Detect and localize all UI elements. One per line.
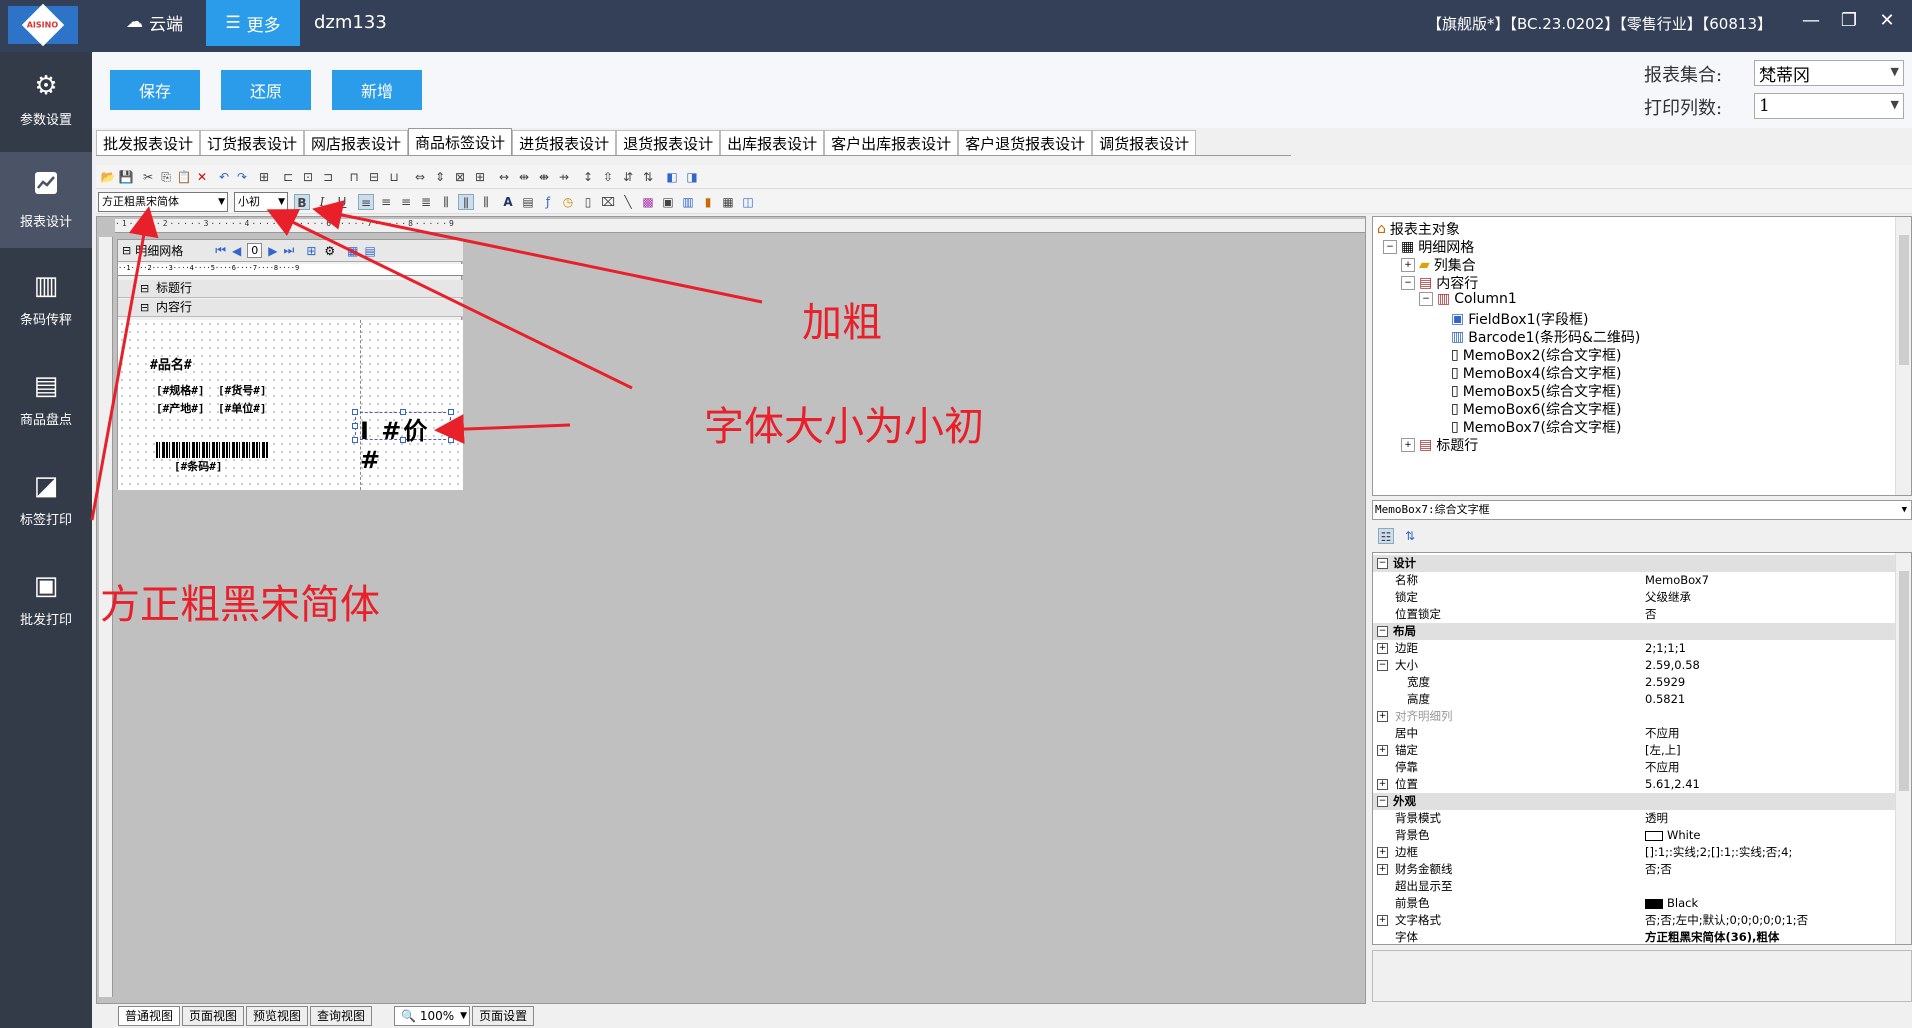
annotation-arrows bbox=[90, 200, 763, 521]
arrow-to-font-name bbox=[90, 206, 159, 521]
arrow-to-bold bbox=[312, 200, 763, 304]
arrow-to-memobox bbox=[434, 414, 571, 445]
